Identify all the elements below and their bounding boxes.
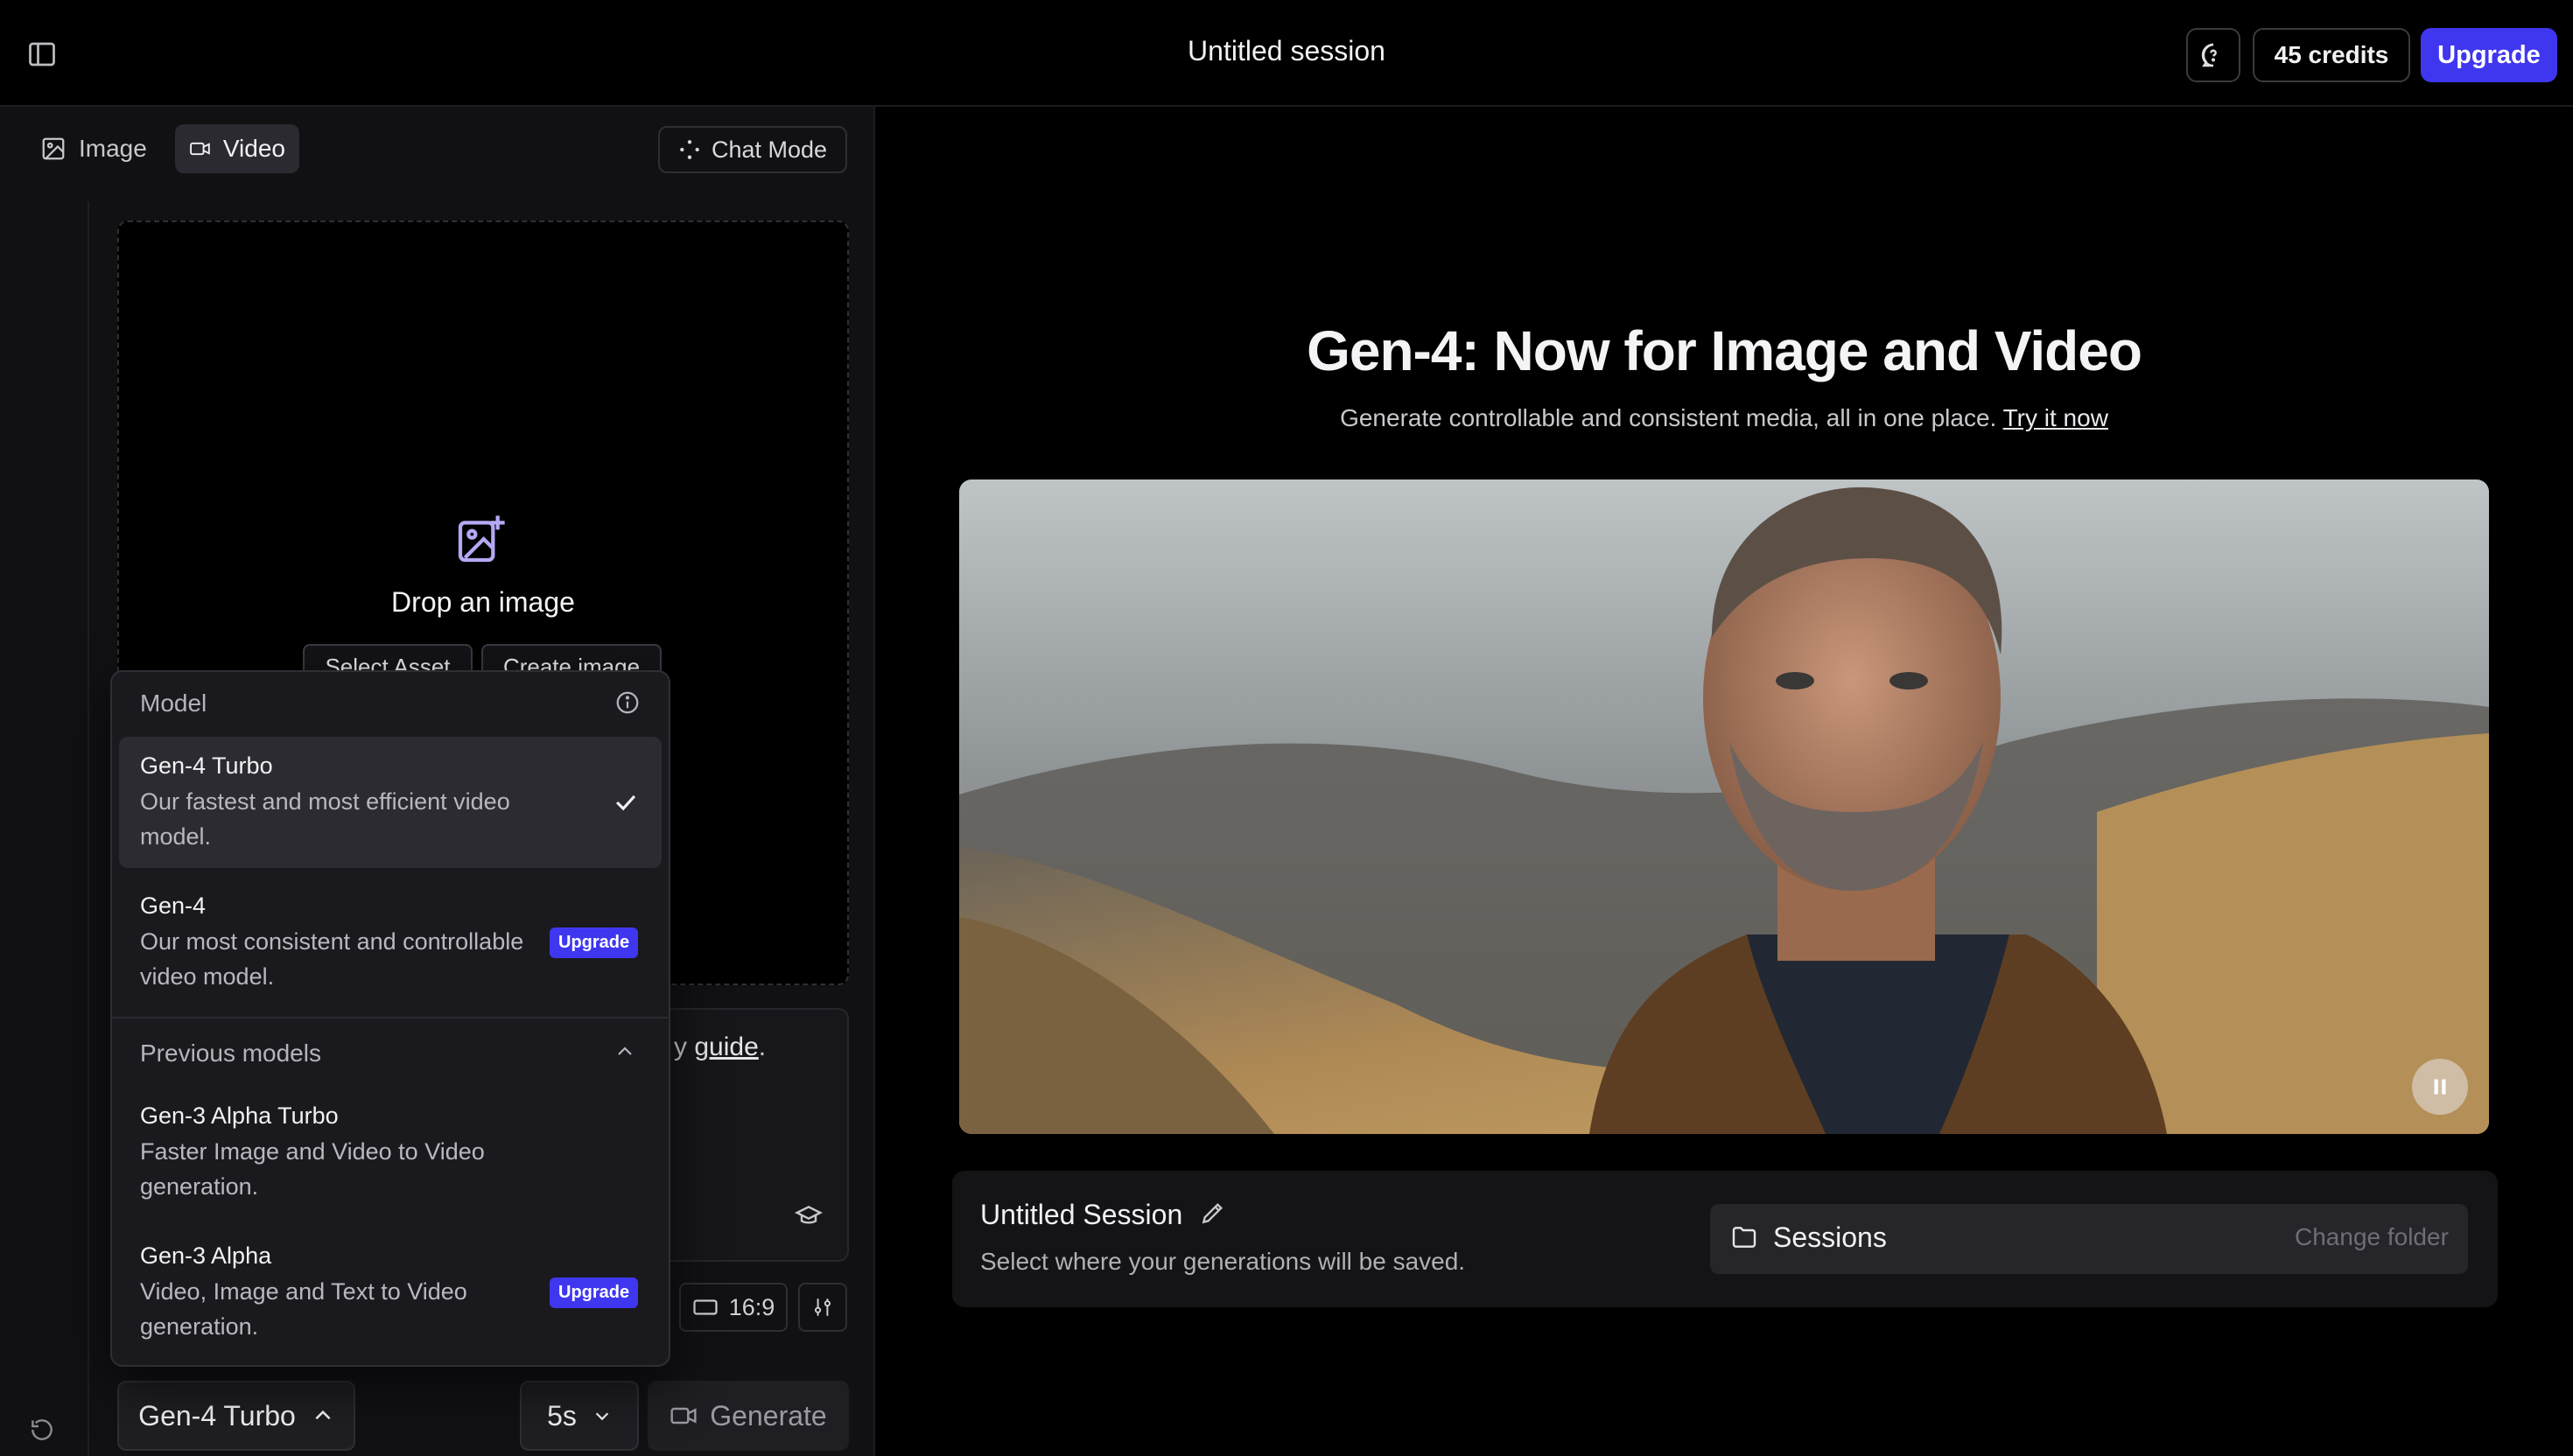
folder-icon bbox=[1729, 1223, 1761, 1253]
chat-help-icon bbox=[2201, 43, 2217, 67]
feedback-button[interactable] bbox=[2186, 28, 2240, 82]
graduation-cap-icon[interactable] bbox=[793, 1202, 828, 1232]
settings-button[interactable] bbox=[798, 1283, 847, 1332]
folder-name: Sessions bbox=[1773, 1222, 1887, 1253]
upgrade-badge[interactable]: Upgrade bbox=[550, 928, 639, 958]
add-image-icon bbox=[453, 511, 509, 567]
aspect-ratio-icon bbox=[693, 1299, 718, 1315]
chevron-up-icon[interactable] bbox=[614, 1041, 639, 1066]
upgrade-button[interactable]: Upgrade bbox=[2421, 28, 2557, 82]
model-option-desc: Our most consistent and controllable vid… bbox=[140, 928, 524, 990]
tab-video[interactable]: Video bbox=[175, 124, 299, 173]
info-icon[interactable] bbox=[614, 690, 641, 716]
previous-models-title[interactable]: Previous models bbox=[140, 1040, 321, 1068]
aspect-ratio-button[interactable]: 16:9 bbox=[679, 1283, 788, 1332]
hero-title: Gen-4: Now for Image and Video bbox=[1307, 319, 2142, 382]
try-it-now-link[interactable]: Try it now bbox=[2003, 404, 2108, 431]
tab-image[interactable]: Image bbox=[26, 124, 166, 173]
model-option-desc: Our fastest and most efficient video mod… bbox=[140, 788, 510, 850]
chat-mode-button[interactable]: Chat Mode bbox=[658, 126, 847, 173]
check-icon bbox=[611, 788, 641, 817]
credits-button[interactable]: 45 credits bbox=[2253, 28, 2410, 82]
sparkle-dots-icon bbox=[680, 140, 699, 159]
tab-video-label: Video bbox=[222, 135, 285, 162]
duration-select[interactable]: 5s bbox=[520, 1381, 639, 1451]
pause-icon bbox=[2434, 1079, 2446, 1095]
model-menu-title: Model bbox=[140, 690, 207, 717]
tab-image-label: Image bbox=[79, 135, 147, 162]
video-icon bbox=[670, 1407, 697, 1424]
history-icon[interactable] bbox=[28, 1416, 60, 1447]
aspect-ratio-label: 16:9 bbox=[728, 1293, 775, 1320]
session-card-title[interactable]: Untitled Session bbox=[980, 1199, 1182, 1231]
pause-button[interactable] bbox=[2412, 1059, 2468, 1115]
hero-video[interactable] bbox=[959, 480, 2489, 1134]
hero-subtitle-text: Generate controllable and consistent med… bbox=[1340, 404, 2003, 431]
session-card-subtitle: Select where your generations will be sa… bbox=[980, 1248, 1466, 1275]
model-option-desc: Faster Image and Video to Video generati… bbox=[140, 1138, 485, 1200]
video-icon bbox=[190, 142, 210, 156]
drop-image-label: Drop an image bbox=[391, 586, 575, 618]
generate-button[interactable]: Generate bbox=[648, 1381, 849, 1451]
model-option-name: Gen-3 Alpha Turbo bbox=[140, 1102, 339, 1129]
model-option-name: Gen-4 bbox=[140, 892, 207, 919]
pencil-icon[interactable] bbox=[1199, 1199, 1229, 1228]
prompt-guide-text: y guide. bbox=[674, 1032, 766, 1062]
hero-subtitle: Generate controllable and consistent med… bbox=[875, 404, 2573, 432]
rail-divider bbox=[88, 201, 89, 1456]
model-option-desc: Video, Image and Text to Video generatio… bbox=[140, 1278, 467, 1340]
chat-mode-label: Chat Mode bbox=[711, 136, 828, 163]
chevron-up-icon bbox=[315, 1410, 331, 1420]
model-option-name: Gen-3 Alpha bbox=[140, 1242, 272, 1269]
guide-suffix: . bbox=[758, 1032, 767, 1061]
duration-label: 5s bbox=[547, 1399, 577, 1432]
generate-label: Generate bbox=[710, 1399, 827, 1432]
guide-link[interactable]: guide bbox=[694, 1032, 758, 1061]
chevron-down-icon bbox=[595, 1412, 609, 1421]
upgrade-badge[interactable]: Upgrade bbox=[550, 1278, 639, 1308]
change-folder-button[interactable]: Change folder bbox=[2295, 1223, 2449, 1251]
model-option-name: Gen-4 Turbo bbox=[140, 752, 273, 779]
menu-divider bbox=[110, 1017, 670, 1018]
image-icon bbox=[42, 137, 65, 160]
model-select-label: Gen-4 Turbo bbox=[138, 1399, 296, 1432]
guide-prefix: y bbox=[674, 1032, 695, 1061]
sliders-icon bbox=[815, 1298, 831, 1316]
model-select[interactable]: Gen-4 Turbo bbox=[117, 1381, 355, 1451]
